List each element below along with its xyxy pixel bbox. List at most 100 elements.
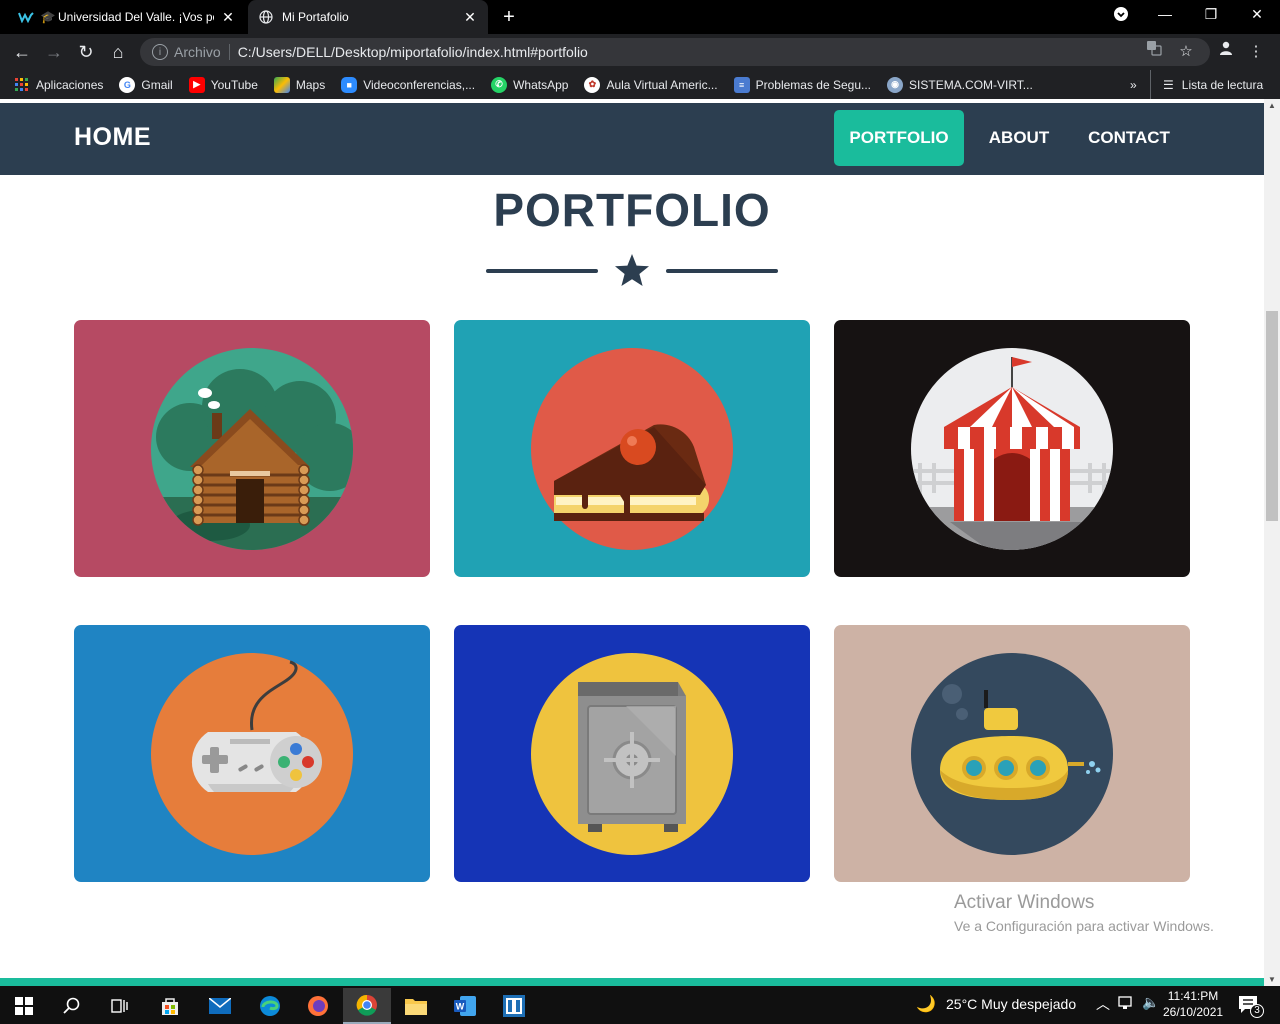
cabin-icon xyxy=(151,348,353,550)
game-controller-icon xyxy=(151,653,353,855)
bookmark-label: Videoconferencias,... xyxy=(363,77,476,92)
bookmark-youtube[interactable]: ▶ YouTube xyxy=(188,76,258,93)
safe-icon xyxy=(531,653,733,855)
portfolio-item-cake[interactable] xyxy=(454,320,810,577)
divider-line-left xyxy=(486,269,598,273)
mail-icon[interactable] xyxy=(196,988,244,1024)
footer-strip xyxy=(0,978,1264,986)
clock-time: 11:41:PM xyxy=(1167,989,1219,1003)
page-viewport: HOME PORTFOLIO ABOUT CONTACT PORTFOLIO A… xyxy=(0,99,1264,986)
tray-chevron-icon[interactable]: ︿ xyxy=(1096,994,1110,1014)
bookmark-problemas[interactable]: ≡ Problemas de Segu... xyxy=(733,76,872,93)
portfolio-item-circus[interactable] xyxy=(834,320,1190,577)
portfolio-item-safe[interactable] xyxy=(454,625,810,882)
tab-title: Mi Portafolio xyxy=(282,10,349,24)
windows-start-icon[interactable] xyxy=(0,988,48,1024)
close-window-icon[interactable]: ✕ xyxy=(1246,6,1268,23)
menu-icon[interactable]: ⋮ xyxy=(1244,38,1268,66)
nav-contact[interactable]: CONTACT xyxy=(1076,110,1182,166)
bookmark-label: WhatsApp xyxy=(513,77,569,92)
app-icon[interactable] xyxy=(490,988,538,1024)
svg-text:W: W xyxy=(456,1002,465,1012)
portfolio-item-submarine[interactable] xyxy=(834,625,1190,882)
url-text[interactable]: C:/Users/DELL/Desktop/miportafolio/index… xyxy=(238,44,588,60)
home-icon[interactable]: ⌂ xyxy=(106,40,130,64)
forward-icon[interactable]: → xyxy=(42,40,66,64)
firefox-icon[interactable] xyxy=(294,988,342,1024)
new-tab-button[interactable]: + xyxy=(498,6,520,29)
tab-strip: 🎓 Universidad Del Valle. ¡Vos po ✕ Mi Po… xyxy=(0,0,1280,34)
back-icon[interactable]: ← xyxy=(10,40,34,64)
tab-universidad[interactable]: 🎓 Universidad Del Valle. ¡Vos po ✕ xyxy=(8,0,246,34)
divider-line-right xyxy=(666,269,778,273)
bookmarks-bar: Aplicaciones G Gmail ▶ YouTube Maps ■ Vi… xyxy=(0,70,1280,99)
scrollbar-thumb[interactable] xyxy=(1266,311,1278,521)
reading-list[interactable]: ☰ Lista de lectura xyxy=(1150,70,1263,99)
aula-icon: ✿ xyxy=(584,76,601,93)
file-chip: Archivo xyxy=(174,44,221,60)
reload-icon[interactable]: ↻ xyxy=(74,40,98,64)
network-icon[interactable] xyxy=(1118,995,1136,1014)
bookmark-star-icon[interactable]: ☆ xyxy=(1174,38,1198,66)
google-icon: G xyxy=(119,76,136,93)
tab-search-icon[interactable] xyxy=(1110,6,1132,25)
edge-icon[interactable] xyxy=(246,988,294,1024)
bookmark-label: Aula Virtual Americ... xyxy=(606,77,718,92)
chrome-icon[interactable] xyxy=(343,988,391,1024)
bookmark-label: SISTEMA.COM-VIRT... xyxy=(909,77,1033,92)
bookmark-aula-virtual[interactable]: ✿ Aula Virtual Americ... xyxy=(584,76,718,93)
task-view-icon[interactable] xyxy=(96,988,144,1024)
doc-icon: ≡ xyxy=(733,76,750,93)
apps-grid-icon xyxy=(14,77,30,93)
word-icon[interactable]: W xyxy=(441,988,489,1024)
scroll-down-icon[interactable]: ▼ xyxy=(1264,975,1280,984)
translate-icon[interactable] xyxy=(1142,38,1166,66)
univalle-icon xyxy=(18,9,34,25)
bookmark-aplicaciones[interactable]: Aplicaciones xyxy=(14,77,103,93)
nav-about[interactable]: ABOUT xyxy=(976,110,1062,166)
file-explorer-icon[interactable] xyxy=(392,988,440,1024)
info-icon[interactable]: i xyxy=(152,44,168,60)
clock-date: 26/10/2021 xyxy=(1163,1005,1224,1019)
weather-text[interactable]: 25°C Muy despejado xyxy=(946,996,1076,1012)
portfolio-item-controller[interactable] xyxy=(74,625,430,882)
close-tab-icon[interactable]: ✕ xyxy=(220,9,236,26)
address-bar[interactable]: i Archivo C:/Users/DELL/Desktop/miportaf… xyxy=(140,38,1210,66)
bookmark-sistema[interactable]: ◉ SISTEMA.COM-VIRT... xyxy=(887,76,1033,93)
whatsapp-icon: ✆ xyxy=(491,76,508,93)
notification-count: 3 xyxy=(1250,1004,1264,1018)
restore-icon[interactable]: ❐ xyxy=(1200,6,1222,23)
reading-list-icon: ☰ xyxy=(1163,77,1174,92)
brand-home-link[interactable]: HOME xyxy=(74,123,151,152)
windows-taskbar: W 🌙 25°C Muy despejado ︿ 🔈 11:41:PM 26/1… xyxy=(0,986,1280,1024)
taskbar-clock[interactable]: 11:41:PM 26/10/2021 xyxy=(1163,988,1223,1020)
watermark-title: Activar Windows xyxy=(954,892,1095,913)
site-navbar: HOME PORTFOLIO ABOUT CONTACT xyxy=(0,103,1264,175)
volume-icon[interactable]: 🔈 xyxy=(1142,994,1159,1011)
zoom-icon: ■ xyxy=(341,76,358,93)
globe-icon xyxy=(258,9,274,25)
maps-icon xyxy=(273,76,290,93)
search-icon[interactable] xyxy=(48,988,96,1024)
youtube-icon: ▶ xyxy=(188,76,205,93)
nav-portfolio[interactable]: PORTFOLIO xyxy=(834,110,964,166)
portfolio-item-cabin[interactable] xyxy=(74,320,430,577)
bookmark-maps[interactable]: Maps xyxy=(273,76,325,93)
weather-icon[interactable]: 🌙 xyxy=(916,994,936,1014)
page-scrollbar[interactable]: ▲ ▼ xyxy=(1264,99,1280,986)
more-bookmarks-icon[interactable]: » xyxy=(1130,70,1137,99)
bookmark-label: Problemas de Segu... xyxy=(755,77,872,92)
scroll-up-icon[interactable]: ▲ xyxy=(1264,101,1280,110)
tab-mi-portafolio[interactable]: Mi Portafolio ✕ xyxy=(248,0,488,34)
browser-toolbar: ← → ↻ ⌂ i Archivo C:/Users/DELL/Desktop/… xyxy=(0,34,1280,70)
bookmark-videoconferencias[interactable]: ■ Videoconferencias,... xyxy=(341,76,476,93)
bookmark-gmail[interactable]: G Gmail xyxy=(119,76,173,93)
windows-activation-watermark: Activar Windows Ve a Configuración para … xyxy=(954,892,1214,934)
close-tab-icon[interactable]: ✕ xyxy=(462,9,478,26)
bookmark-whatsapp[interactable]: ✆ WhatsApp xyxy=(491,76,569,93)
profile-icon[interactable] xyxy=(1214,38,1238,66)
section-title: PORTFOLIO xyxy=(493,184,771,236)
store-icon[interactable] xyxy=(146,988,194,1024)
star-icon xyxy=(615,254,649,286)
minimize-icon[interactable]: — xyxy=(1154,6,1176,22)
